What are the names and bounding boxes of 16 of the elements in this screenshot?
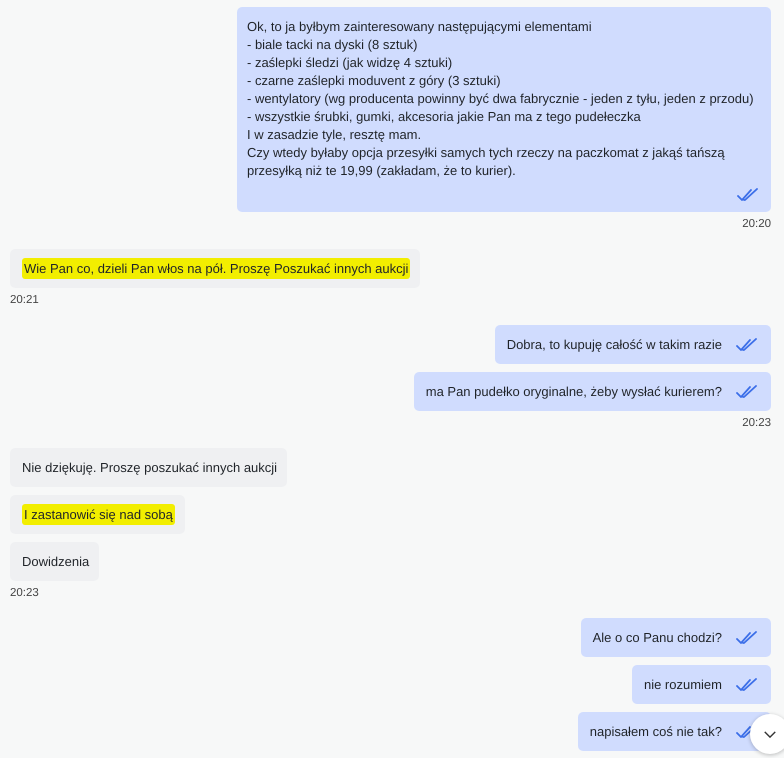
message-text: Dowidzenia (22, 553, 90, 571)
message-text: ma Pan pudełko oryginalne, żeby wysłać kurierem? (426, 383, 722, 401)
message-text: napisałem coś nie tak? (590, 723, 722, 741)
message-time: 20:21 (10, 293, 39, 307)
message-time: 20:23 (10, 586, 39, 600)
message-text: nie rozumiem (644, 676, 722, 694)
message-text: Nie dziękuję. Proszę poszukać innych aukcji (22, 459, 278, 477)
chevron-down-icon (763, 730, 777, 738)
message-time: 20:23 (742, 416, 771, 430)
message-text: I zastanowić się nad sobą (22, 504, 175, 525)
scroll-down-button[interactable] (750, 714, 784, 754)
message-time: 20:20 (742, 217, 771, 231)
message-text: Ale o co Panu chodzi? (592, 629, 722, 647)
message-text: Ok, to ja byłbym zainteresowany następującymi elementami - biale tacki na dyski (8 sztuk) - zaślepki śledzi (jak widzę 4 sztuki) - czarne zaślepki moduvent z góry (3 sztuki) - wentylatory (wg producenta powinny być dwa fabrycznie - jeden z tyłu, jeden z przodu) - wszystkie śrubki, gumki, akcesoria jakie Pan ma z tego pudełeczka I w zasadzie tyle, resztę mam. Czy wtedy byłaby opcja przesyłki samych tych rzeczy na paczkomat z jakąś tańszą przesyłką niż te 19,99 (zakładam, że to kurier). (247, 18, 755, 180)
message-text: Wie Pan co, dzieli Pan włos na pół. Proszę Poszukać innych aukcji (22, 258, 410, 279)
message-text: Dobra, to kupuję całość w takim razie (506, 336, 722, 354)
